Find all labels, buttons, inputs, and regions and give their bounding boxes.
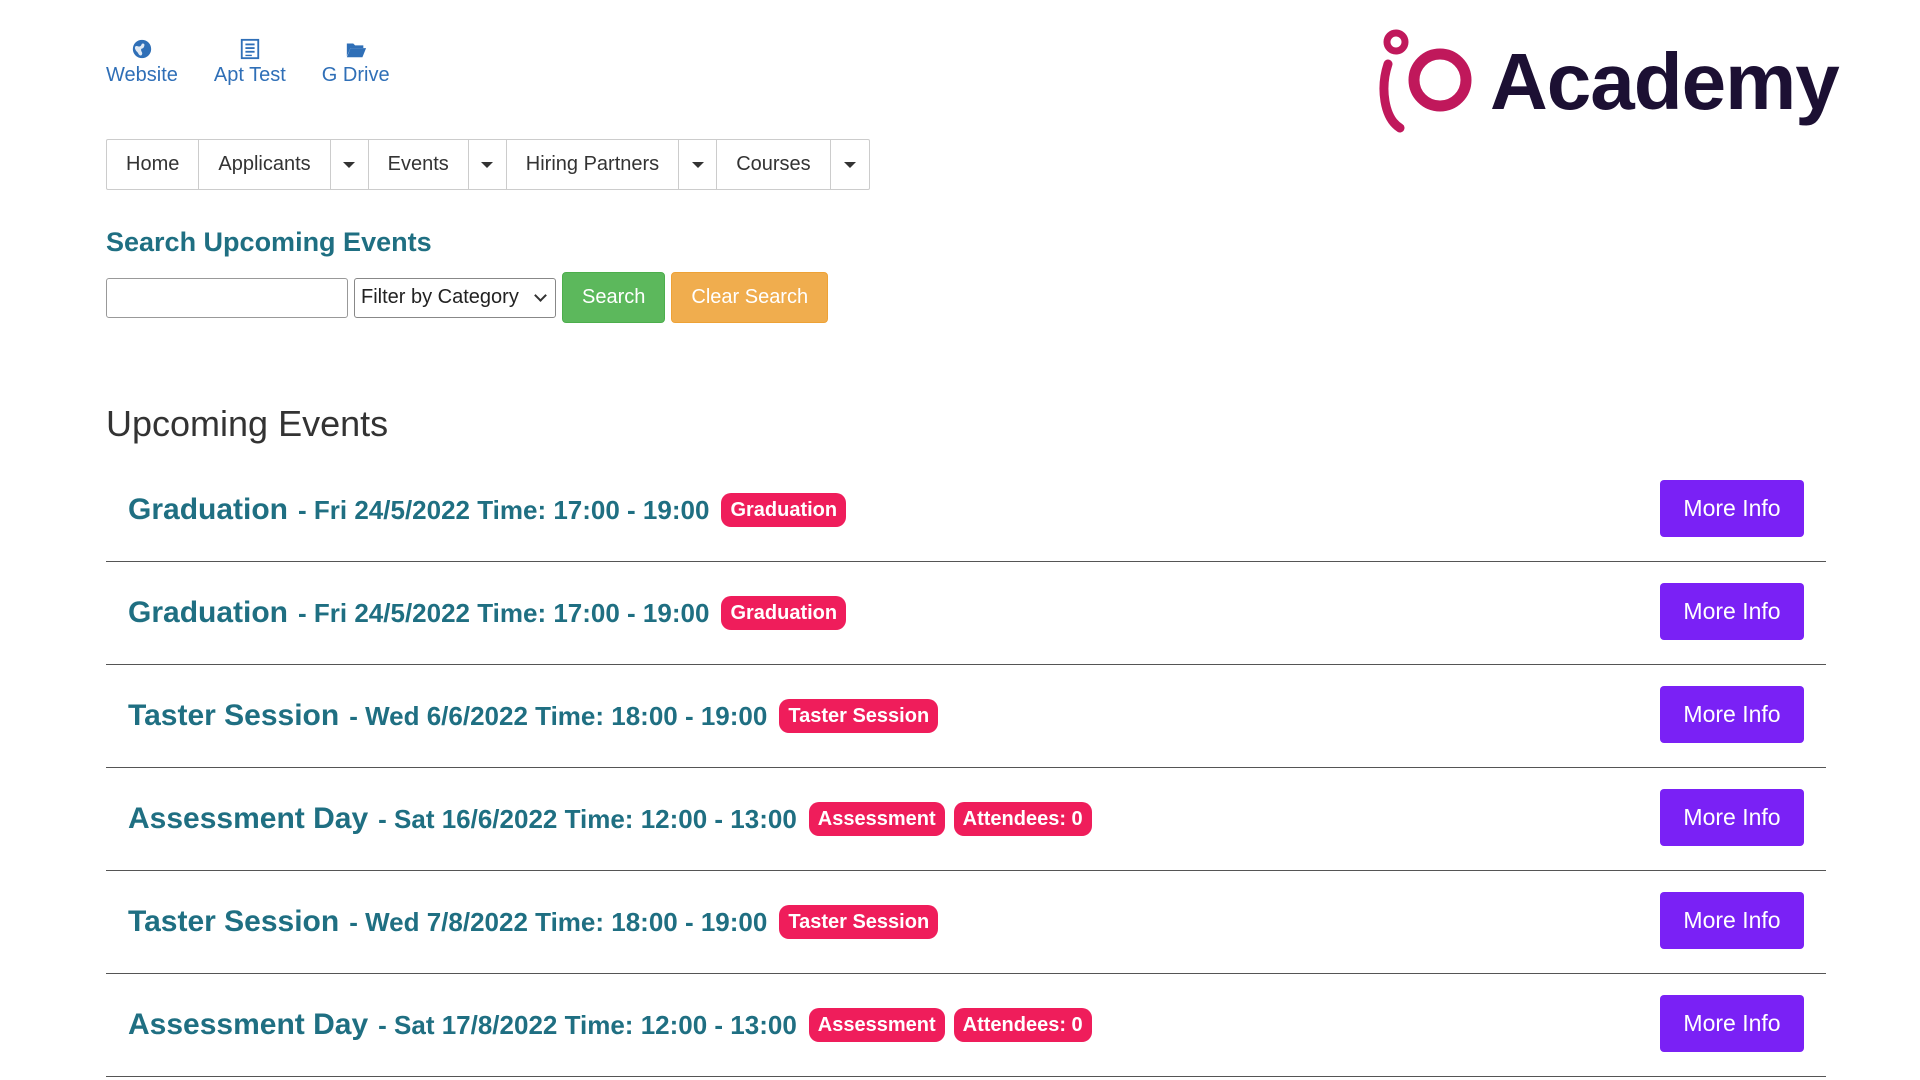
category-filter-value: Filter by Category (361, 286, 519, 308)
event-row: Graduation - Fri 24/5/2022 Time: 17:00 -… (106, 459, 1826, 562)
logo-text: Academy (1490, 37, 1840, 126)
event-details: - Sat 17/8/2022 Time: 12:00 - 13:00 (378, 1009, 797, 1040)
category-badge: Graduation (721, 493, 847, 527)
website-link-label: Website (106, 64, 178, 86)
events-list: Graduation - Fri 24/5/2022 Time: 17:00 -… (106, 459, 1826, 1077)
nav-events-dropdown[interactable] (469, 140, 507, 189)
event-details: - Fri 24/5/2022 Time: 17:00 - 19:00 (298, 597, 710, 628)
event-name: Graduation (128, 596, 289, 629)
events-title: Upcoming Events (106, 403, 389, 444)
category-filter-select[interactable]: Filter by Category (354, 277, 556, 318)
event-name: Taster Session (128, 699, 340, 732)
event-name: Graduation (128, 493, 289, 526)
nav-hiring-partners-dropdown[interactable] (679, 140, 718, 189)
nav-home[interactable]: Home (107, 140, 200, 189)
search-input[interactable] (106, 277, 348, 318)
g-drive-link-label: G Drive (321, 64, 390, 86)
event-row: Assessment Day - Sat 16/6/2022 Time: 12:… (106, 768, 1826, 871)
event-name: Assessment Day (128, 1008, 369, 1041)
search-button[interactable]: Search (562, 272, 666, 323)
event-details: - Wed 6/6/2022 Time: 18:00 - 19:00 (349, 700, 768, 731)
caret-down-icon (843, 161, 856, 168)
category-badge: Assessment (808, 1008, 945, 1042)
more-info-button[interactable]: More Info (1660, 686, 1804, 743)
list-document-icon (240, 38, 260, 60)
category-badge: Taster Session (779, 905, 939, 939)
attendees-badge: Attendees: 0 (953, 1008, 1092, 1042)
category-badge: Taster Session (779, 699, 939, 733)
caret-down-icon (343, 161, 356, 168)
event-name: Taster Session (128, 905, 340, 938)
event-name: Assessment Day (128, 802, 369, 835)
event-details: - Fri 24/5/2022 Time: 17:00 - 19:00 (298, 494, 710, 525)
globe-icon (132, 39, 152, 59)
search-form: Filter by Category Search Clear Search (106, 272, 829, 323)
io-logo-mark-icon (1379, 29, 1472, 133)
category-badge: Graduation (721, 596, 847, 630)
nav-applicants[interactable]: Applicants (199, 140, 331, 189)
clear-search-button[interactable]: Clear Search (671, 272, 829, 323)
more-info-button[interactable]: More Info (1660, 789, 1804, 846)
apt-test-link-label: Apt Test (213, 64, 286, 86)
more-info-button[interactable]: More Info (1660, 583, 1804, 640)
more-info-button[interactable]: More Info (1660, 480, 1804, 537)
more-info-button[interactable]: More Info (1660, 892, 1804, 949)
folder-open-icon (346, 43, 366, 58)
nav-courses[interactable]: Courses (717, 140, 831, 189)
category-badge: Assessment (808, 802, 945, 836)
quick-links: Website Apt Test G Drive (106, 38, 390, 87)
event-row: Taster Session - Wed 6/6/2022 Time: 18:0… (106, 665, 1826, 768)
event-row: Assessment Day - Sat 17/8/2022 Time: 12:… (106, 974, 1826, 1077)
search-title: Search Upcoming Events (106, 227, 432, 257)
nav-courses-dropdown[interactable] (831, 140, 869, 189)
nav-hiring-partners[interactable]: Hiring Partners (507, 140, 680, 189)
attendees-badge: Attendees: 0 (953, 802, 1092, 836)
main-nav: Home Applicants Events Hiring Partners C… (106, 139, 870, 190)
event-row: Graduation - Fri 24/5/2022 Time: 17:00 -… (106, 562, 1826, 665)
nav-events[interactable]: Events (369, 140, 469, 189)
g-drive-link[interactable]: G Drive (322, 38, 390, 87)
event-details: - Sat 16/6/2022 Time: 12:00 - 13:00 (378, 803, 797, 834)
apt-test-link[interactable]: Apt Test (214, 38, 286, 87)
more-info-button[interactable]: More Info (1660, 995, 1804, 1052)
event-details: - Wed 7/8/2022 Time: 18:00 - 19:00 (349, 906, 768, 937)
website-link[interactable]: Website (106, 38, 178, 87)
chevron-down-icon (534, 288, 547, 302)
event-row: Taster Session - Wed 7/8/2022 Time: 18:0… (106, 871, 1826, 974)
nav-applicants-dropdown[interactable] (331, 140, 369, 189)
caret-down-icon (481, 161, 494, 168)
io-academy-logo: Academy (1370, 28, 1840, 136)
caret-down-icon (691, 161, 704, 168)
